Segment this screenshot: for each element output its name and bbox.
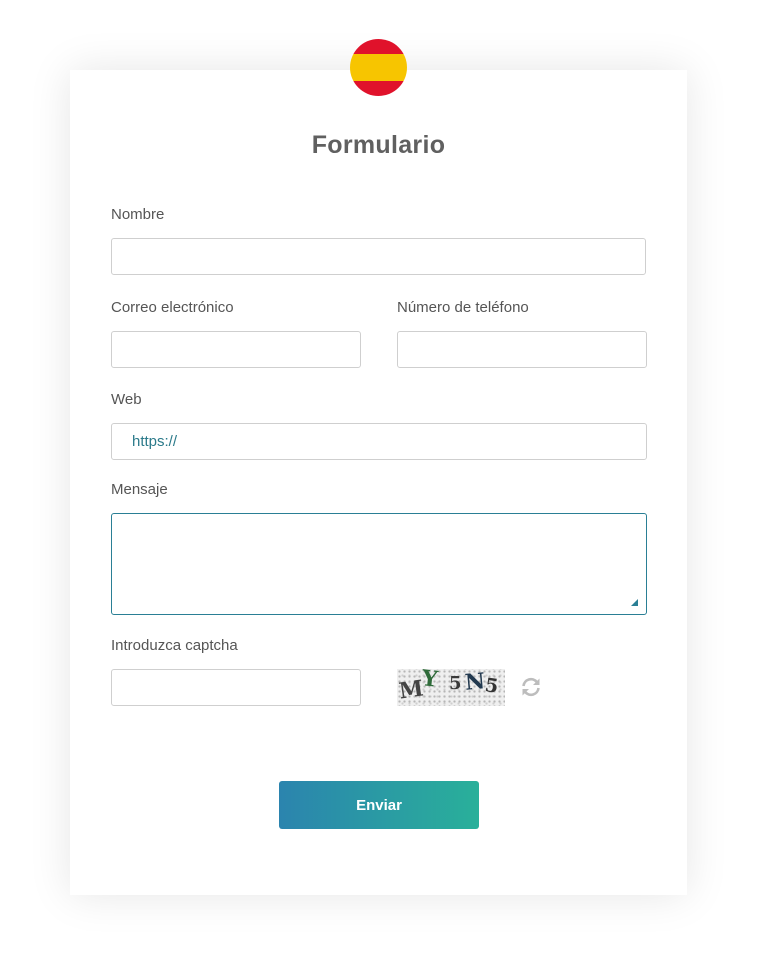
captcha-char: 5 (483, 674, 500, 698)
phone-input[interactable] (397, 331, 647, 368)
captcha-char: N (463, 669, 487, 696)
web-input[interactable] (111, 423, 647, 460)
message-textarea[interactable] (111, 513, 647, 615)
captcha-image: M Y 5 N 5 (397, 669, 505, 706)
name-input[interactable] (111, 238, 646, 275)
message-label: Mensaje (111, 481, 168, 498)
spain-flag-icon (350, 39, 407, 96)
email-input[interactable] (111, 331, 361, 368)
resize-handle-icon[interactable] (631, 599, 638, 606)
phone-label: Número de teléfono (397, 299, 529, 316)
submit-button[interactable]: Enviar (279, 781, 479, 829)
email-label: Correo electrónico (111, 299, 234, 316)
web-label: Web (111, 391, 142, 408)
captcha-char: 5 (449, 673, 462, 694)
captcha-label: Introduzca captcha (111, 637, 238, 654)
form-title: Formulario (311, 131, 446, 159)
name-label: Nombre (111, 206, 165, 223)
captcha-input[interactable] (111, 669, 361, 706)
refresh-icon[interactable] (519, 675, 543, 699)
captcha-char: Y (420, 669, 440, 693)
